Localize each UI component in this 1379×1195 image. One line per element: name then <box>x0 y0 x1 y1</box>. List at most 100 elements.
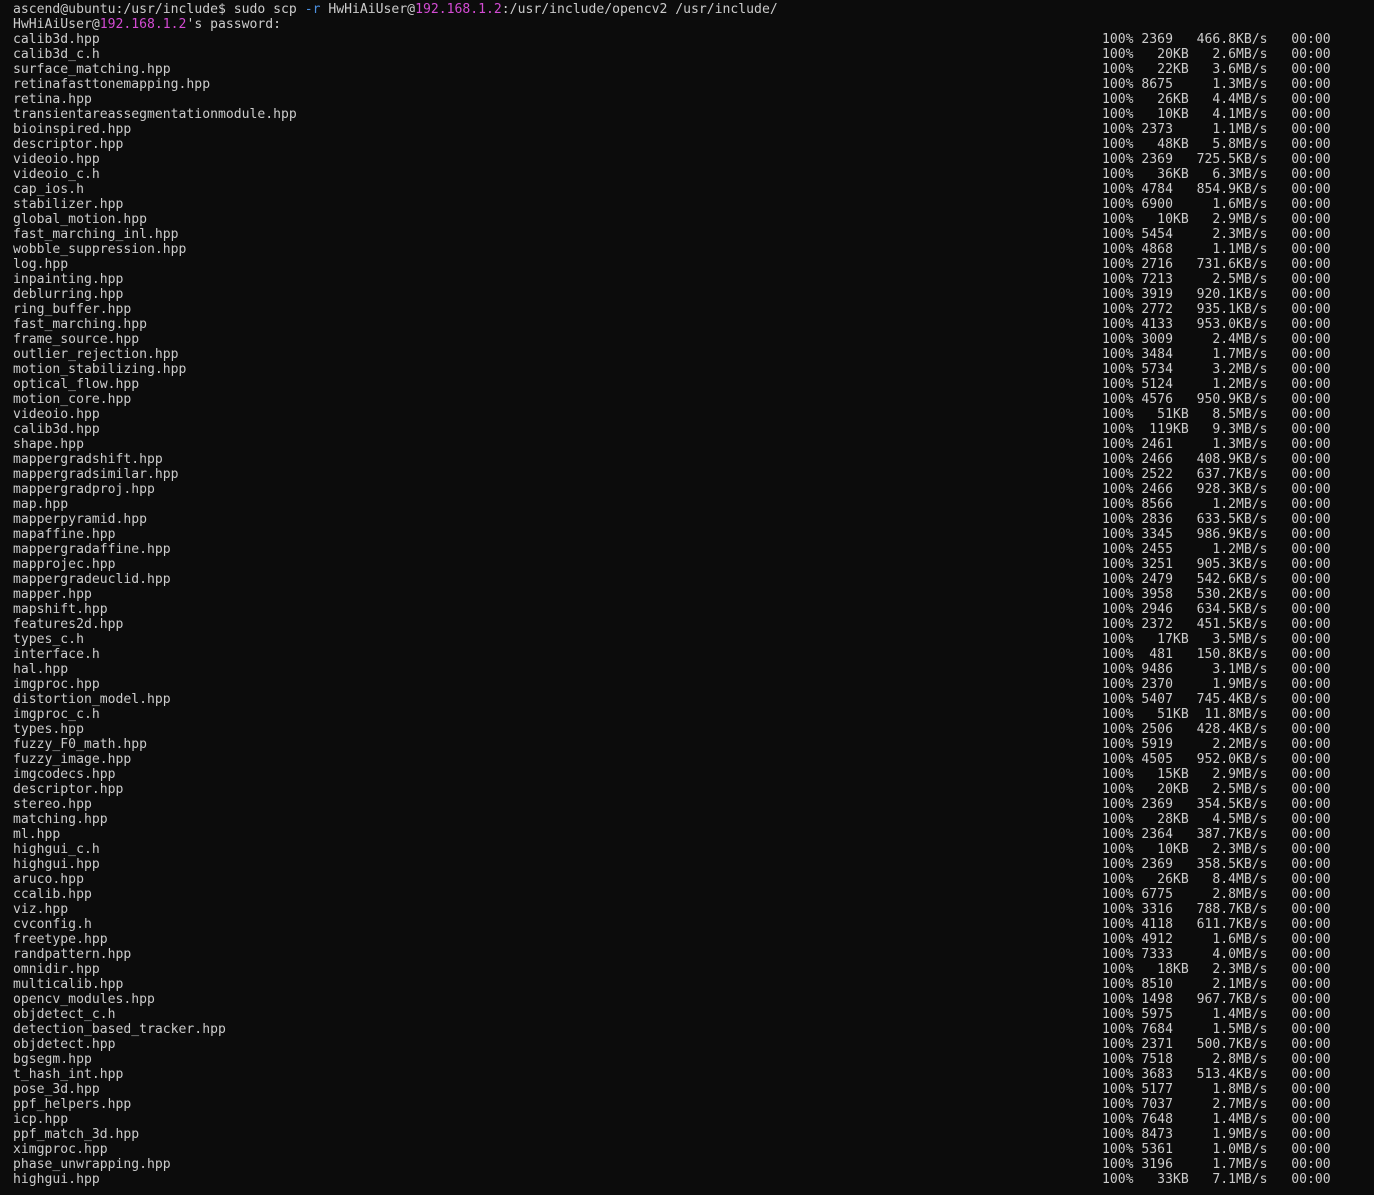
file-name: highgui.hpp <box>13 857 100 872</box>
transfer-row: mappergradeuclid.hpp 100% 2479 542.6KB/s … <box>13 572 1374 587</box>
file-name: mapper.hpp <box>13 587 92 602</box>
transfer-stats: 100% 2466 408.9KB/s 00:00 <box>1102 452 1331 467</box>
transfer-row: t_hash_int.hpp 100% 3683 513.4KB/s 00:00 <box>13 1067 1374 1082</box>
transfer-row: highgui_c.h 100% 10KB 2.3MB/s 00:00 <box>13 842 1374 857</box>
transfer-stats: 100% 4912 1.6MB/s 00:00 <box>1102 932 1331 947</box>
file-name: descriptor.hpp <box>13 137 124 152</box>
file-name: mappergradsimilar.hpp <box>13 467 179 482</box>
transfer-stats: 100% 7213 2.5MB/s 00:00 <box>1102 272 1331 287</box>
file-name: stereo.hpp <box>13 797 92 812</box>
transfer-stats: 100% 4505 952.0KB/s 00:00 <box>1102 752 1331 767</box>
file-name: imgproc.hpp <box>13 677 100 692</box>
transfer-stats: 100% 10KB 4.1MB/s 00:00 <box>1102 107 1331 122</box>
transfer-stats: 100% 5919 2.2MB/s 00:00 <box>1102 737 1331 752</box>
transfer-stats: 100% 2836 633.5KB/s 00:00 <box>1102 512 1331 527</box>
transfer-row: types_c.h 100% 17KB 3.5MB/s 00:00 <box>13 632 1374 647</box>
transfer-row: fast_marching.hpp 100% 4133 953.0KB/s 00:… <box>13 317 1374 332</box>
transfer-stats: 100% 8675 1.3MB/s 00:00 <box>1102 77 1331 92</box>
file-name: outlier_rejection.hpp <box>13 347 179 362</box>
transfer-row: videoio.hpp 100% 2369 725.5KB/s 00:00 <box>13 152 1374 167</box>
transfer-row: mappergradproj.hpp 100% 2466 928.3KB/s 00… <box>13 482 1374 497</box>
transfer-row: objdetect_c.h 100% 5975 1.4MB/s 00:00 <box>13 1007 1374 1022</box>
transfer-row: log.hpp 100% 2716 731.6KB/s 00:00 <box>13 257 1374 272</box>
file-name: ml.hpp <box>13 827 61 842</box>
file-name: log.hpp <box>13 257 69 272</box>
transfer-row: optical_flow.hpp 100% 5124 1.2MB/s 00:00 <box>13 377 1374 392</box>
file-name: mapperpyramid.hpp <box>13 512 148 527</box>
file-name: hal.hpp <box>13 662 69 677</box>
transfer-row: ccalib.hpp 100% 6775 2.8MB/s 00:00 <box>13 887 1374 902</box>
file-name: objdetect.hpp <box>13 1037 116 1052</box>
transfer-row: distortion_model.hpp 100% 5407 745.4KB/s … <box>13 692 1374 707</box>
transfer-stats: 100% 2522 637.7KB/s 00:00 <box>1102 467 1331 482</box>
transfer-stats: 100% 2371 500.7KB/s 00:00 <box>1102 1037 1331 1052</box>
file-name: videoio.hpp <box>13 407 100 422</box>
transfer-row: inpainting.hpp 100% 7213 2.5MB/s 00:00 <box>13 272 1374 287</box>
transfer-stats: 100% 4784 854.9KB/s 00:00 <box>1102 182 1331 197</box>
transfer-row: mapperpyramid.hpp 100% 2836 633.5KB/s 00:… <box>13 512 1374 527</box>
transfer-stats: 100% 5734 3.2MB/s 00:00 <box>1102 362 1331 377</box>
file-name: features2d.hpp <box>13 617 124 632</box>
window-edge <box>1374 0 1379 1195</box>
file-name: omnidir.hpp <box>13 962 100 977</box>
file-name: fast_marching.hpp <box>13 317 148 332</box>
transfer-stats: 100% 2455 1.2MB/s 00:00 <box>1102 542 1331 557</box>
transfer-row: descriptor.hpp 100% 48KB 5.8MB/s 00:00 <box>13 137 1374 152</box>
transfer-row: freetype.hpp 100% 4912 1.6MB/s 00:00 <box>13 932 1374 947</box>
file-name: calib3d_c.h <box>13 47 100 62</box>
prompt-path: :/usr/include$ <box>115 2 234 17</box>
file-name: motion_core.hpp <box>13 392 132 407</box>
transfer-row: mappergradaffine.hpp 100% 2455 1.2MB/s 00… <box>13 542 1374 557</box>
transfer-stats: 100% 4868 1.1MB/s 00:00 <box>1102 242 1331 257</box>
transfer-stats: 100% 6775 2.8MB/s 00:00 <box>1102 887 1331 902</box>
file-name: fuzzy_image.hpp <box>13 752 132 767</box>
transfer-stats: 100% 5975 1.4MB/s 00:00 <box>1102 1007 1331 1022</box>
file-name: videoio.hpp <box>13 152 100 167</box>
transfer-row: aruco.hpp 100% 26KB 8.4MB/s 00:00 <box>13 872 1374 887</box>
transfer-stats: 100% 3345 986.9KB/s 00:00 <box>1102 527 1331 542</box>
file-name: mappergradeuclid.hpp <box>13 572 171 587</box>
transfer-row: imgcodecs.hpp 100% 15KB 2.9MB/s 00:00 <box>13 767 1374 782</box>
transfer-stats: 100% 7518 2.8MB/s 00:00 <box>1102 1052 1331 1067</box>
file-name: fast_marching_inl.hpp <box>13 227 179 242</box>
transfer-row: detection_based_tracker.hpp 100% 7684 1.5… <box>13 1022 1374 1037</box>
transfer-row: mapaffine.hpp 100% 3345 986.9KB/s 00:00 <box>13 527 1374 542</box>
transfer-row: calib3d_c.h 100% 20KB 2.6MB/s 00:00 <box>13 47 1374 62</box>
file-name: retina.hpp <box>13 92 92 107</box>
file-name: optical_flow.hpp <box>13 377 140 392</box>
transfer-row: fuzzy_F0_math.hpp 100% 5919 2.2MB/s 00:00 <box>13 737 1374 752</box>
file-name: types_c.h <box>13 632 84 647</box>
file-name: calib3d.hpp <box>13 32 100 47</box>
command-remote-user: HwHiAiUser@ <box>320 2 416 17</box>
transfer-row: objdetect.hpp 100% 2371 500.7KB/s 00:00 <box>13 1037 1374 1052</box>
transfer-stats: 100% 2369 725.5KB/s 00:00 <box>1102 152 1331 167</box>
file-name: bioinspired.hpp <box>13 122 132 137</box>
transfer-stats: 100% 7037 2.7MB/s 00:00 <box>1102 1097 1331 1112</box>
transfer-row: imgproc.hpp 100% 2370 1.9MB/s 00:00 <box>13 677 1374 692</box>
file-name: t_hash_int.hpp <box>13 1067 124 1082</box>
file-name: types.hpp <box>13 722 84 737</box>
file-name: viz.hpp <box>13 902 69 917</box>
prompt-user-host: ascend@ubuntu <box>13 2 116 17</box>
transfer-stats: 100% 4133 953.0KB/s 00:00 <box>1102 317 1331 332</box>
terminal-window[interactable]: ascend@ubuntu:/usr/include$ sudo scp -r … <box>0 0 1374 1195</box>
file-name: highgui_c.h <box>13 842 100 857</box>
transfer-row: fuzzy_image.hpp 100% 4505 952.0KB/s 00:00 <box>13 752 1374 767</box>
transfer-row: shape.hpp 100% 2461 1.3MB/s 00:00 <box>13 437 1374 452</box>
transfer-stats: 100% 51KB 11.8MB/s 00:00 <box>1102 707 1331 722</box>
transfer-stats: 100% 10KB 2.9MB/s 00:00 <box>1102 212 1331 227</box>
file-name: frame_source.hpp <box>13 332 140 347</box>
transfer-row: omnidir.hpp 100% 18KB 2.3MB/s 00:00 <box>13 962 1374 977</box>
transfer-stats: 100% 5361 1.0MB/s 00:00 <box>1102 1142 1331 1157</box>
transfer-stats: 100% 6900 1.6MB/s 00:00 <box>1102 197 1331 212</box>
transfer-row: descriptor.hpp 100% 20KB 2.5MB/s 00:00 <box>13 782 1374 797</box>
transfer-row: mappergradsimilar.hpp 100% 2522 637.7KB/s… <box>13 467 1374 482</box>
transfer-stats: 100% 18KB 2.3MB/s 00:00 <box>1102 962 1331 977</box>
file-name: cvconfig.h <box>13 917 92 932</box>
file-name: retinafasttonemapping.hpp <box>13 77 211 92</box>
transfer-row: cvconfig.h 100% 4118 611.7KB/s 00:00 <box>13 917 1374 932</box>
transfer-row: wobble_suppression.hpp 100% 4868 1.1MB/s … <box>13 242 1374 257</box>
transfer-stats: 100% 3316 788.7KB/s 00:00 <box>1102 902 1331 917</box>
file-name: detection_based_tracker.hpp <box>13 1022 226 1037</box>
command-scp: sudo scp <box>233 2 305 17</box>
